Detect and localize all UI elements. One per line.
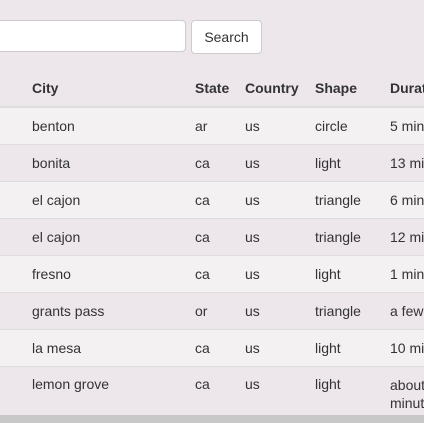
cell-shape: light (307, 144, 382, 182)
search-input[interactable] (0, 20, 186, 52)
cell-city: bonita (24, 144, 187, 182)
cell-country: us (237, 106, 307, 145)
cell-shape: light (307, 329, 382, 367)
cell-duration: 1 min (382, 255, 424, 293)
cell-lead (0, 292, 24, 330)
column-header-lead (0, 70, 24, 108)
cell-state: ca (187, 255, 237, 293)
cell-duration: a few (382, 292, 424, 330)
cell-duration: 13 mi (382, 144, 424, 182)
cell-shape: triangle (307, 218, 382, 256)
cell-city: la mesa (24, 329, 187, 367)
cell-lead (0, 144, 24, 182)
cell-lead (0, 329, 24, 367)
cell-city: el cajon (24, 181, 187, 219)
cell-duration: 6 min (382, 181, 424, 219)
cell-country: us (237, 329, 307, 367)
cell-city: benton (24, 106, 187, 145)
cell-shape: triangle (307, 292, 382, 330)
cell-country: us (237, 255, 307, 293)
cell-shape: triangle (307, 181, 382, 219)
cell-shape: light (307, 255, 382, 293)
table-row: el cajon ca us triangle 12 mi (0, 218, 424, 256)
table-row: grants pass or us triangle a few (0, 292, 424, 330)
cell-city: fresno (24, 255, 187, 293)
horizontal-scrollbar[interactable] (0, 415, 424, 423)
cell-lead (0, 106, 24, 145)
search-button[interactable]: Search (191, 20, 262, 54)
column-header-state[interactable]: State (187, 70, 237, 108)
cell-lead (0, 218, 24, 256)
cell-lead (0, 255, 24, 293)
cell-duration: 5 min (382, 106, 424, 145)
cell-state: ar (187, 106, 237, 145)
table-row: benton ar us circle 5 min (0, 106, 424, 145)
cell-city: el cajon (24, 218, 187, 256)
cell-lead (0, 181, 24, 219)
cell-city: grants pass (24, 292, 187, 330)
cell-country: us (237, 292, 307, 330)
cell-country: us (237, 181, 307, 219)
cell-state: ca (187, 329, 237, 367)
cell-shape: circle (307, 106, 382, 145)
cell-state: or (187, 292, 237, 330)
cell-state: ca (187, 218, 237, 256)
cell-duration: 12 mi (382, 218, 424, 256)
results-table-container: City State Country Shape Durat benton ar… (0, 70, 424, 423)
column-header-shape[interactable]: Shape (307, 70, 382, 108)
table-row: bonita ca us light 13 mi (0, 144, 424, 182)
table-row: fresno ca us light 1 min (0, 255, 424, 293)
cell-duration: 10 mi (382, 329, 424, 367)
results-table: City State Country Shape Durat benton ar… (0, 70, 424, 423)
table-row: el cajon ca us triangle 6 min (0, 181, 424, 219)
column-header-city[interactable]: City (24, 70, 187, 108)
column-header-country[interactable]: Country (237, 70, 307, 108)
cell-country: us (237, 144, 307, 182)
cell-state: ca (187, 181, 237, 219)
cell-state: ca (187, 144, 237, 182)
page: Search City State Country Shape Durat be… (0, 0, 424, 423)
table-row: la mesa ca us light 10 mi (0, 329, 424, 367)
cell-country: us (237, 218, 307, 256)
column-header-duration[interactable]: Durat (382, 70, 424, 108)
table-header-row: City State Country Shape Durat (0, 70, 424, 108)
